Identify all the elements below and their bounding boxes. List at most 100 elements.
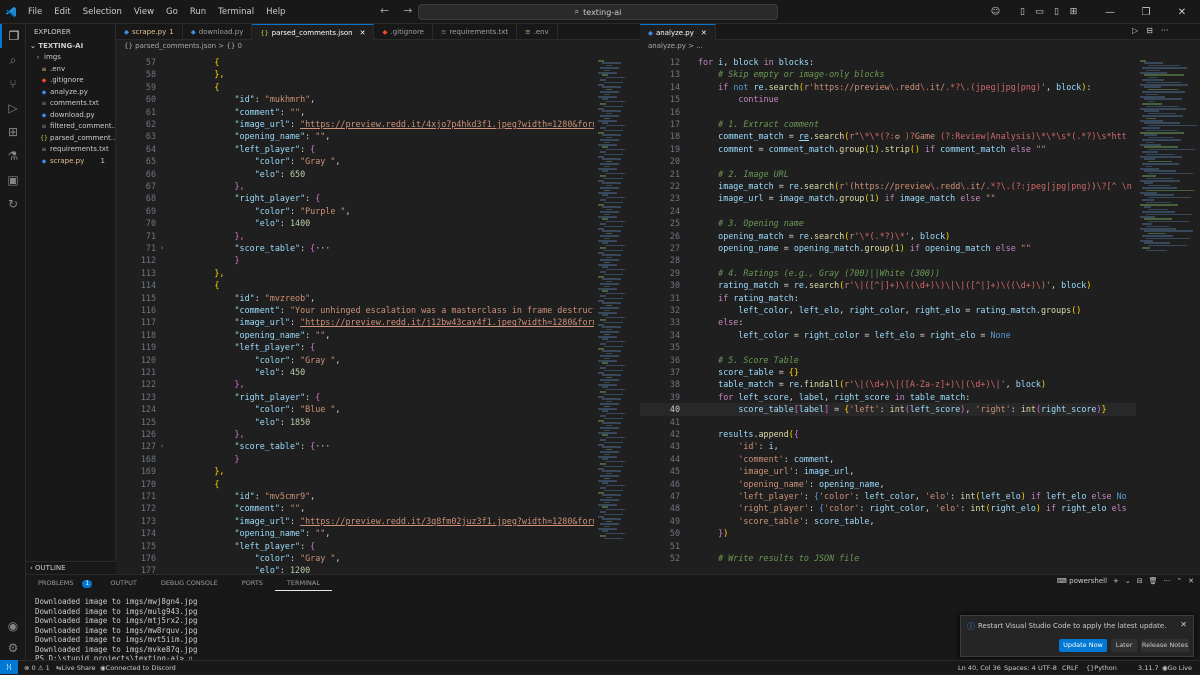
fold-chevron-icon[interactable]: › — [160, 242, 164, 254]
encoding-status[interactable]: UTF-8 — [1038, 661, 1057, 675]
discord-status[interactable]: ◉ Connected to Discord — [100, 661, 176, 675]
file-item[interactable]: ≡ filtered_comment... — [26, 121, 115, 133]
file-item[interactable]: ◆ download.py — [26, 110, 115, 122]
back-arrow-icon[interactable]: ← — [380, 4, 389, 17]
minimap-line — [604, 201, 623, 204]
search-view-icon[interactable]: ⌕ — [0, 48, 26, 72]
testing-icon[interactable]: ⚗ — [0, 144, 26, 168]
file-item[interactable]: {} parsed_comment... — [26, 133, 115, 145]
forward-arrow-icon[interactable]: → — [403, 4, 412, 17]
indentation-status[interactable]: Spaces: 4 — [1004, 661, 1036, 675]
outline-section[interactable]: › OUTLINE — [26, 561, 116, 574]
split-terminal-icon[interactable]: ⊟ — [1137, 577, 1143, 585]
menu-help[interactable]: Help — [260, 0, 291, 24]
toggle-secondary-sidebar-icon[interactable]: ▯ — [1048, 7, 1065, 17]
close-panel-icon[interactable]: ✕ — [1188, 577, 1194, 585]
close-tab-icon[interactable]: ✕ — [701, 25, 707, 41]
terminal-dropdown-icon[interactable]: ⌄ — [1125, 577, 1131, 585]
file-item[interactable]: ◆ scrape.py 1 — [26, 156, 115, 168]
remote-explorer-icon[interactable]: ▣ — [0, 168, 26, 192]
file-item[interactable]: ◆ analyze.py — [26, 87, 115, 99]
file-item[interactable]: ≡ .env — [26, 64, 115, 76]
code-line: continue — [698, 93, 778, 105]
go-live-status[interactable]: ◉ Go Live — [1162, 661, 1192, 675]
editor-tab[interactable]: {} parsed_comments.json ✕ — [252, 24, 375, 41]
file-item[interactable]: ◆ .gitignore — [26, 75, 115, 87]
editor-tab[interactable]: ◆ analyze.py ✕ — [640, 24, 716, 40]
json-editor[interactable]: 57 {58 }, 59 {60 "id": "mukhmrh", 61 "comm… — [116, 52, 594, 574]
minimize-window-button[interactable]: — — [1092, 7, 1128, 18]
later-button[interactable]: Later — [1111, 639, 1137, 652]
close-window-button[interactable]: ✕ — [1164, 7, 1200, 18]
menu-go[interactable]: Go — [160, 0, 184, 24]
python-editor[interactable]: 12 for i, block in blocks: 13 # Skip empty… — [640, 52, 1136, 574]
fold-chevron-icon[interactable]: › — [160, 440, 164, 452]
terminal-shell-label[interactable]: ⌨ powershell — [1057, 577, 1107, 585]
explorer-icon[interactable]: ❐ — [0, 24, 26, 48]
menu-file[interactable]: File — [22, 0, 48, 24]
command-center-search[interactable]: ⌕ texting-ai — [418, 4, 778, 20]
file-item[interactable]: ≡ comments.txt — [26, 98, 115, 110]
code-token: , — [869, 515, 875, 526]
kill-terminal-icon[interactable]: 🗑 — [1149, 577, 1158, 585]
menu-run[interactable]: Run — [184, 0, 212, 24]
remote-indicator-icon[interactable]: ⟩⟨ — [0, 660, 18, 674]
editor-tab[interactable]: ◆ download.py — [183, 24, 253, 40]
editor-tab[interactable]: ≡ .env — [517, 24, 558, 40]
panel-tab-debug-console[interactable]: DEBUG CONSOLE — [149, 575, 230, 591]
close-notification-icon[interactable]: ✕ — [1180, 620, 1187, 629]
toggle-primary-sidebar-icon[interactable]: ▯ — [1014, 7, 1031, 17]
file-item[interactable]: › imgs — [26, 52, 115, 64]
update-now-button[interactable]: Update Now — [1059, 639, 1107, 652]
eol-status[interactable]: CRLF — [1062, 661, 1078, 675]
file-tree: › imgs ≡ .env ◆ .gitignore ◆ analyze.py ≡ comment… — [26, 52, 115, 167]
right-minimap[interactable] — [1136, 52, 1200, 574]
line-number: 37 — [669, 367, 680, 377]
file-item[interactable]: ≡ requirements.txt — [26, 144, 115, 156]
project-folder[interactable]: ⌄ TEXTING-AI — [26, 40, 115, 52]
release-notes-button[interactable]: Release Notes — [1141, 639, 1189, 652]
maximize-panel-icon[interactable]: ⌃ — [1176, 577, 1182, 585]
menu-view[interactable]: View — [128, 0, 160, 24]
editor-tab[interactable]: ≡ requirements.txt — [433, 24, 518, 40]
maximize-window-button[interactable]: ❐ — [1128, 7, 1164, 18]
editor-tab[interactable]: ◆ scrape.py 1 — [116, 24, 183, 40]
close-tab-icon[interactable]: ✕ — [360, 25, 366, 41]
left-breadcrumb[interactable]: {} parsed_comments.json > {} 0 — [116, 40, 640, 52]
menu-terminal[interactable]: Terminal — [212, 0, 260, 24]
minimap-line — [602, 290, 608, 292]
language-status[interactable]: {} Python — [1086, 661, 1117, 675]
split-editor-icon[interactable]: ⊟ — [1146, 26, 1153, 35]
minimap-line — [600, 295, 606, 297]
panel-tab-output[interactable]: OUTPUT — [98, 575, 149, 591]
copilot-icon[interactable]: ☺ — [987, 7, 1004, 17]
customize-layout-icon[interactable]: ⊞ — [1065, 7, 1082, 17]
more-actions-icon[interactable]: ··· — [1161, 26, 1169, 35]
accounts-icon[interactable]: ◉ — [0, 614, 26, 638]
run-debug-icon[interactable]: ▷ — [0, 96, 26, 120]
more-terminal-actions-icon[interactable]: ··· — [1164, 577, 1171, 585]
menu-edit[interactable]: Edit — [48, 0, 76, 24]
right-breadcrumb[interactable]: analyze.py > ... — [640, 40, 1200, 52]
manage-gear-icon[interactable]: ⚙ — [0, 636, 26, 660]
run-python-icon[interactable]: ▷ — [1132, 26, 1138, 35]
panel-tab-problems[interactable]: PROBLEMS 1 — [26, 575, 98, 591]
menu-selection[interactable]: Selection — [77, 0, 128, 24]
toggle-panel-icon[interactable]: ▭ — [1031, 7, 1048, 17]
new-terminal-icon[interactable]: + — [1113, 577, 1119, 585]
editor-tab[interactable]: ◆ .gitignore — [374, 24, 433, 40]
extensions-icon[interactable]: ⊞ — [0, 120, 26, 144]
panel-tab-terminal[interactable]: TERMINAL — [274, 575, 332, 591]
code-token: right_score — [1041, 404, 1097, 415]
panel-tab-ports[interactable]: PORTS — [230, 575, 275, 591]
live-share-icon[interactable]: ↻ — [0, 192, 26, 216]
code-token: , — [300, 503, 306, 514]
live-share-status[interactable]: ⇆ Live Share — [56, 661, 96, 675]
problems-status[interactable]: ⊗ 0 ⚠ 1 — [24, 661, 50, 675]
source-control-icon[interactable]: ⑂ — [0, 72, 26, 96]
cursor-position[interactable]: Ln 40, Col 36 — [958, 661, 1001, 675]
python-version-status[interactable]: 3.11.7 — [1138, 661, 1159, 675]
terminal-output[interactable]: Downloaded image to imgs/mwj8gn4.jpg Down… — [35, 597, 198, 664]
left-minimap[interactable] — [594, 52, 640, 574]
code-token: ) — [1086, 280, 1092, 291]
